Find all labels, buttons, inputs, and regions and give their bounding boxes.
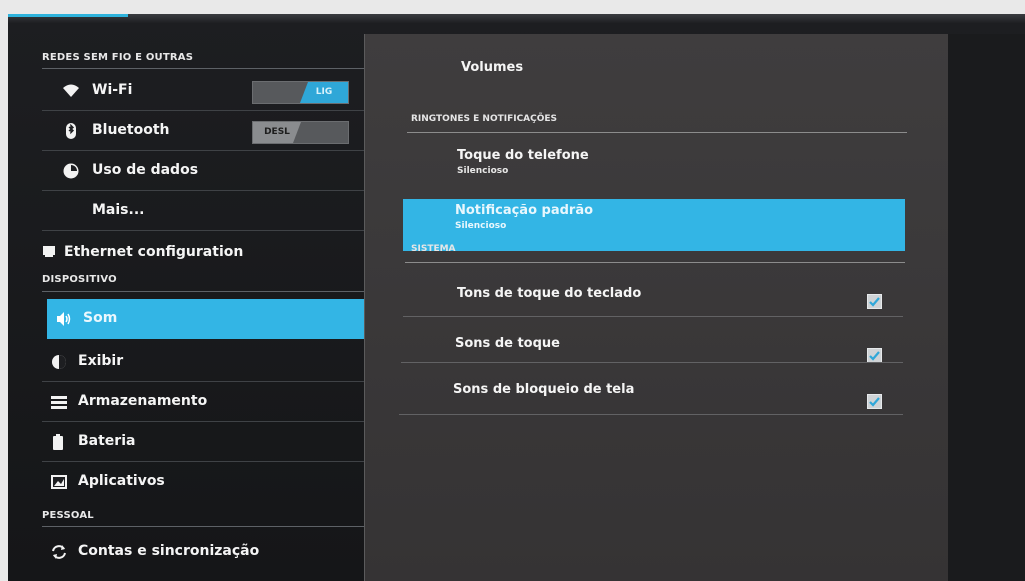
sidebar-item-label: Exibir: [78, 353, 124, 369]
checkmark-icon: [869, 297, 880, 307]
keyboard-tones-row[interactable]: Tons de toque do teclado: [405, 264, 905, 316]
sidebar-item-bluetooth[interactable]: Bluetooth DESL: [42, 111, 364, 151]
keyboard-tones-title: Tons de toque do teclado: [457, 286, 642, 301]
bluetooth-icon: [66, 123, 76, 139]
sidebar-item-display[interactable]: Exibir: [42, 342, 364, 382]
sidebar-item-label: Wi-Fi: [92, 82, 133, 98]
sidebar-item-more[interactable]: Mais...: [42, 191, 364, 231]
volumes-label: Volumes: [461, 60, 524, 75]
sidebar-item-sound[interactable]: Som: [47, 299, 364, 339]
sidebar-item-battery[interactable]: Bateria: [42, 422, 364, 462]
sound-settings-panel: Volumes RINGTONES E NOTIFICAÇÕES Toque d…: [364, 34, 950, 581]
sidebar-item-storage[interactable]: Armazenamento: [42, 382, 364, 422]
section-divider: [42, 68, 364, 69]
screen-lock-sounds-row[interactable]: Sons de bloqueio de tela: [405, 364, 905, 410]
data-usage-icon: [63, 163, 79, 179]
status-accent: [8, 14, 128, 17]
sidebar-item-label: Bluetooth: [92, 122, 170, 138]
settings-screen: REDES SEM FIO E OUTRAS Wi-Fi LIG Bluetoo…: [8, 14, 1025, 581]
touch-sounds-row[interactable]: Sons de toque: [405, 318, 905, 363]
section-header-device: DISPOSITIVO: [42, 274, 364, 292]
checkmark-icon: [869, 397, 880, 407]
screen-lock-sounds-title: Sons de bloqueio de tela: [453, 382, 635, 397]
screen-margin: [948, 34, 1025, 581]
touch-sounds-checkbox[interactable]: [867, 348, 882, 363]
phone-ringtone-title: Toque do telefone: [457, 148, 589, 163]
sidebar-item-label: Bateria: [78, 433, 136, 449]
section-divider: [42, 291, 364, 292]
toggle-state-label: LIG: [300, 82, 348, 103]
sidebar-item-label: Som: [83, 310, 118, 326]
section-divider: [407, 132, 907, 133]
wifi-toggle[interactable]: LIG: [252, 81, 349, 104]
default-notification-row[interactable]: Notificação padrão Silencioso: [403, 199, 905, 251]
brightness-icon: [52, 355, 66, 369]
sidebar-item-label: Armazenamento: [78, 393, 208, 409]
screen-lock-sounds-checkbox[interactable]: [867, 394, 882, 409]
sidebar-item-data-usage[interactable]: Uso de dados: [42, 151, 364, 191]
touch-sounds-title: Sons de toque: [455, 336, 560, 351]
sidebar-item-label: Ethernet configuration: [64, 244, 244, 260]
row-divider: [401, 362, 903, 363]
battery-icon: [53, 434, 63, 450]
section-header-label: PESSOAL: [42, 510, 94, 521]
apps-icon: [51, 475, 67, 489]
storage-icon: [51, 396, 67, 409]
sidebar-item-apps[interactable]: Aplicativos: [42, 462, 364, 502]
section-divider: [405, 262, 905, 263]
sidebar-item-accounts[interactable]: Contas e sincronização: [42, 532, 364, 572]
section-header-label: REDES SEM FIO E OUTRAS: [42, 52, 194, 63]
phone-ringtone-row[interactable]: Toque do telefone Silencioso: [405, 134, 905, 192]
speaker-icon: [57, 312, 71, 326]
sidebar-item-ethernet[interactable]: Ethernet configuration: [42, 231, 364, 271]
ethernet-icon: [43, 246, 55, 257]
sidebar-item-label: Aplicativos: [78, 473, 165, 489]
section-header-personal: PESSOAL: [42, 510, 364, 527]
section-header-ringtones: RINGTONES E NOTIFICAÇÕES: [411, 114, 558, 124]
section-header-system: SISTEMA: [411, 244, 456, 254]
volumes-row[interactable]: Volumes: [405, 34, 905, 88]
settings-category-list: REDES SEM FIO E OUTRAS Wi-Fi LIG Bluetoo…: [42, 44, 364, 581]
default-notification-title: Notificação padrão: [455, 203, 594, 218]
section-divider: [42, 526, 364, 527]
default-notification-value: Silencioso: [455, 221, 507, 231]
section-header-label: DISPOSITIVO: [42, 274, 117, 285]
sync-icon: [52, 545, 66, 559]
row-divider: [403, 316, 903, 317]
keyboard-tones-checkbox[interactable]: [867, 294, 882, 309]
toggle-state-label: DESL: [253, 122, 301, 143]
phone-ringtone-value: Silencioso: [457, 166, 509, 176]
row-divider: [399, 414, 903, 415]
section-header-wireless: REDES SEM FIO E OUTRAS: [42, 52, 364, 69]
wifi-icon: [63, 84, 79, 97]
status-bar: [8, 14, 1025, 24]
bluetooth-toggle[interactable]: DESL: [252, 121, 349, 144]
sidebar-item-wifi[interactable]: Wi-Fi LIG: [42, 71, 364, 111]
sidebar-item-label: Uso de dados: [92, 162, 199, 178]
sidebar-item-label: Contas e sincronização: [78, 543, 260, 559]
sidebar-item-label: Mais...: [92, 202, 145, 218]
checkmark-icon: [869, 351, 880, 361]
